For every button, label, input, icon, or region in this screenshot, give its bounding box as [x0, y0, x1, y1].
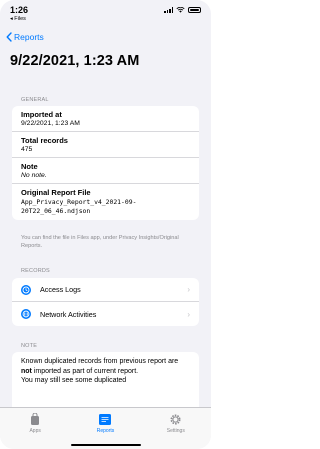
- records-group: Access Logs › Network Activities ›: [12, 278, 199, 326]
- status-back-to-files[interactable]: ◂ Files: [10, 16, 26, 22]
- tab-settings-label: Settings: [166, 428, 185, 434]
- tab-apps-label: Apps: [29, 428, 41, 434]
- total-records-value: 475: [21, 146, 33, 153]
- general-group: Imported at 9/22/2021, 1:23 AM Total rec…: [12, 106, 199, 220]
- tab-settings[interactable]: Settings: [151, 413, 201, 449]
- note-group: Known duplicated records from previous r…: [12, 352, 199, 412]
- note-value: No note.: [21, 172, 47, 179]
- back-button[interactable]: Reports: [6, 32, 44, 42]
- general-footer: You can find the file in Files app, unde…: [21, 235, 179, 249]
- total-records-label: Total records: [21, 136, 68, 145]
- status-time: 1:26: [10, 5, 29, 15]
- network-activities-label: Network Activities: [40, 309, 97, 319]
- tab-bar: Apps Reports Settings: [0, 407, 211, 449]
- network-activities-row[interactable]: Network Activities ›: [12, 302, 199, 326]
- note-text-part-3: You may still see some duplicated: [21, 377, 127, 384]
- original-file-label: Original Report File: [21, 188, 91, 197]
- status-icons: [164, 7, 201, 13]
- apps-icon: [31, 413, 40, 425]
- records-section-header: RECORDS: [21, 268, 50, 274]
- note-label: Note: [21, 162, 38, 171]
- screen: 1:26 ◂ Files Reports 9/22/2021, 1:23 AM …: [0, 0, 211, 449]
- note-text-part-2: imported as part of current report.: [31, 367, 139, 375]
- back-button-label: Reports: [14, 32, 44, 42]
- note-text: Known duplicated records from previous r…: [12, 352, 199, 391]
- gear-icon: [170, 414, 181, 425]
- chevron-left-icon: [6, 32, 12, 42]
- status-bar: 1:26 ◂ Files: [0, 0, 211, 26]
- globe-icon: [21, 309, 31, 319]
- reports-icon: [99, 414, 112, 425]
- chevron-right-icon: ›: [187, 309, 190, 319]
- general-section-header: GENERAL: [21, 97, 49, 103]
- chevron-right-icon: ›: [187, 285, 190, 294]
- access-logs-label: Access Logs: [40, 285, 81, 294]
- note-text-part-1: Known duplicated records from previous r…: [21, 358, 179, 365]
- original-file-value: App_Privacy_Report_v4_2021-09-20T22_06_4…: [21, 198, 137, 215]
- note-row: Note No note.: [12, 158, 199, 184]
- total-records-row: Total records 475: [12, 132, 199, 158]
- note-section-header: NOTE: [21, 343, 38, 349]
- home-indicator: [70, 443, 141, 446]
- page-title: 9/22/2021, 1:23 AM: [10, 53, 140, 69]
- original-file-row[interactable]: Original Report File App_Privacy_Report_…: [12, 184, 199, 220]
- clock-icon: [21, 284, 31, 295]
- tab-reports-label: Reports: [96, 428, 115, 434]
- note-text-bold: not: [21, 367, 32, 375]
- imported-at-row: Imported at 9/22/2021, 1:23 AM: [12, 106, 199, 132]
- imported-at-label: Imported at: [21, 110, 62, 119]
- imported-at-value: 9/22/2021, 1:23 AM: [21, 120, 80, 127]
- signal-icon: [164, 7, 173, 13]
- wifi-icon: [176, 7, 185, 13]
- battery-icon: [188, 7, 201, 13]
- access-logs-row[interactable]: Access Logs ›: [12, 278, 199, 302]
- tab-apps[interactable]: Apps: [10, 413, 60, 449]
